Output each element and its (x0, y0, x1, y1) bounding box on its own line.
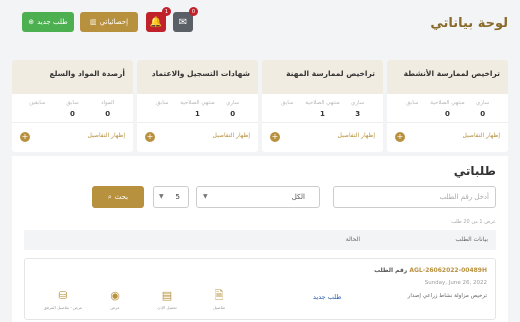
view-attachment-action[interactable]: ⛁ عرض - تفاصيل المرفق (41, 289, 85, 310)
stat-value: 1 (195, 110, 200, 118)
search-button-label: بحث (114, 193, 129, 201)
stat-value: 0 (445, 110, 450, 118)
details-action[interactable]: 🗎 تفاصيل (197, 289, 241, 310)
show-details-link[interactable]: إظهار التفاصيل (338, 132, 375, 139)
column-header-status: الحالة (345, 236, 360, 243)
stat-value (270, 110, 305, 118)
stat-label: ساري (351, 100, 365, 106)
stat-value (145, 110, 180, 118)
stat-label: ساري (476, 100, 490, 106)
request-date: Sunday, June 26, 2022 (424, 280, 487, 286)
stat-value: 0 (105, 110, 111, 118)
notifications-button[interactable]: 🔔 1 (146, 7, 171, 32)
stat-label: سابق (156, 100, 169, 106)
request-number-value: AGL-26062022-00489H (409, 267, 487, 274)
chevron-down-icon: ▼ (203, 193, 208, 200)
new-request-button[interactable]: ⊕ طلب جديد (22, 12, 74, 32)
stat-label: سابق (66, 100, 79, 106)
show-details-link[interactable]: إظهار التفاصيل (88, 132, 125, 139)
mail-icon: ✉ (178, 16, 188, 28)
stat-value: 1 (320, 110, 325, 118)
card-title: تراخيص لممارسة الأنشطة (403, 69, 500, 78)
messages-badge: 0 (189, 7, 198, 16)
bell-icon: 🔔 (149, 16, 163, 28)
card-activity-licenses: تراخيص لممارسة الأنشطة ساري منتهي الصلاح… (387, 60, 508, 152)
show-details-link[interactable]: إظهار التفاصيل (463, 132, 500, 139)
new-request-label: طلب جديد (37, 18, 68, 26)
search-button[interactable]: ⌕ بحث (92, 186, 144, 208)
my-stats-button[interactable]: ▥ إحصائياتي (80, 12, 138, 32)
stat-label: سابقين (29, 100, 46, 106)
request-status: طلب جديد (313, 293, 342, 301)
summary-cards: تراخيص لممارسة الأنشطة ساري منتهي الصلاح… (12, 60, 508, 152)
my-stats-label: إحصائياتي (99, 18, 129, 26)
stat-label: منتهي الصلاحية (430, 100, 465, 106)
section-title: طلباتي (453, 164, 496, 178)
stat-label: منتهي الصلاحية (180, 100, 215, 106)
messages-button[interactable]: ✉ 0 (173, 7, 198, 32)
request-type: ترخيص مزاولة نشاط زراعي إصدار (407, 293, 487, 299)
attachment-icon: ⛁ (58, 289, 68, 302)
table-header: بيانات الطلب الحالة (24, 230, 496, 250)
eye-icon: ◉ (110, 289, 120, 302)
request-number-input[interactable]: أدخل رقم الطلب (333, 186, 496, 208)
page-size-value: 5 (175, 193, 180, 201)
notification-badge: 1 (162, 7, 171, 16)
show-details-link[interactable]: إظهار التفاصيل (213, 132, 250, 139)
stat-label: المواد (101, 100, 115, 106)
card-title: أرصدة المواد والسلع (49, 69, 125, 78)
request-number: رقم الطلب AGL-26062022-00489H (374, 267, 487, 274)
header: لوحة بياناتي ⊕ طلب جديد ▥ إحصائياتي 🔔 1 … (0, 0, 520, 48)
plus-icon[interactable]: + (270, 132, 280, 142)
page-size-select[interactable]: 5 ▼ (153, 186, 189, 208)
card-profession-licenses: تراخيص لممارسة المهنة ساري منتهي الصلاحي… (262, 60, 383, 152)
view-action[interactable]: ◉ عرض (93, 289, 137, 310)
stat-value: 0 (70, 110, 75, 118)
card-material-balances: أرصدة المواد والسلع المواد سابق سابقين 0… (12, 60, 133, 152)
my-requests-panel: طلباتي أدخل رقم الطلب الكل ▼ 5 ▼ ⌕ بحث ع… (12, 156, 508, 322)
stat-label: منتهي الصلاحية (305, 100, 340, 106)
status-filter-value: الكل (291, 193, 305, 201)
chevron-down-icon: ▼ (159, 193, 164, 200)
plus-icon[interactable]: + (395, 132, 405, 142)
page-title: لوحة بياناتي (430, 16, 508, 31)
row-actions: 🗎 تفاصيل ▤ تحميل الإذن ◉ عرض ⛁ عرض - تفا… (31, 289, 241, 317)
plus-icon[interactable]: + (145, 132, 155, 142)
search-icon: ⌕ (107, 192, 112, 201)
stat-value (20, 110, 55, 118)
stat-label: ساري (226, 100, 240, 106)
chart-icon: ▥ (89, 18, 97, 26)
table-row[interactable]: رقم الطلب AGL-26062022-00489H Sunday, Ju… (24, 258, 496, 320)
status-filter-select[interactable]: الكل ▼ (196, 186, 320, 208)
plus-circle-icon: ⊕ (28, 18, 35, 26)
stat-label: سابق (406, 100, 419, 106)
plus-icon[interactable]: + (20, 132, 30, 142)
stat-label: سابق (281, 100, 294, 106)
stat-value: 0 (230, 110, 236, 118)
column-header-data: بيانات الطلب (455, 236, 488, 243)
card-icon: ▤ (161, 289, 173, 302)
card-registration-certificates: شهادات التسجيل والاعتماد ساري منتهي الصل… (137, 60, 258, 152)
results-info: عرض 1 من 20 طلب (451, 219, 496, 225)
stat-value (395, 110, 430, 118)
stat-value: 3 (355, 110, 361, 118)
card-title: شهادات التسجيل والاعتماد (151, 69, 250, 78)
document-icon: 🗎 (214, 289, 224, 302)
download-permit-action[interactable]: ▤ تحميل الإذن (145, 289, 189, 310)
stat-value: 0 (480, 110, 486, 118)
request-number-label: رقم الطلب (374, 267, 408, 274)
card-title: تراخيص لممارسة المهنة (286, 69, 375, 78)
